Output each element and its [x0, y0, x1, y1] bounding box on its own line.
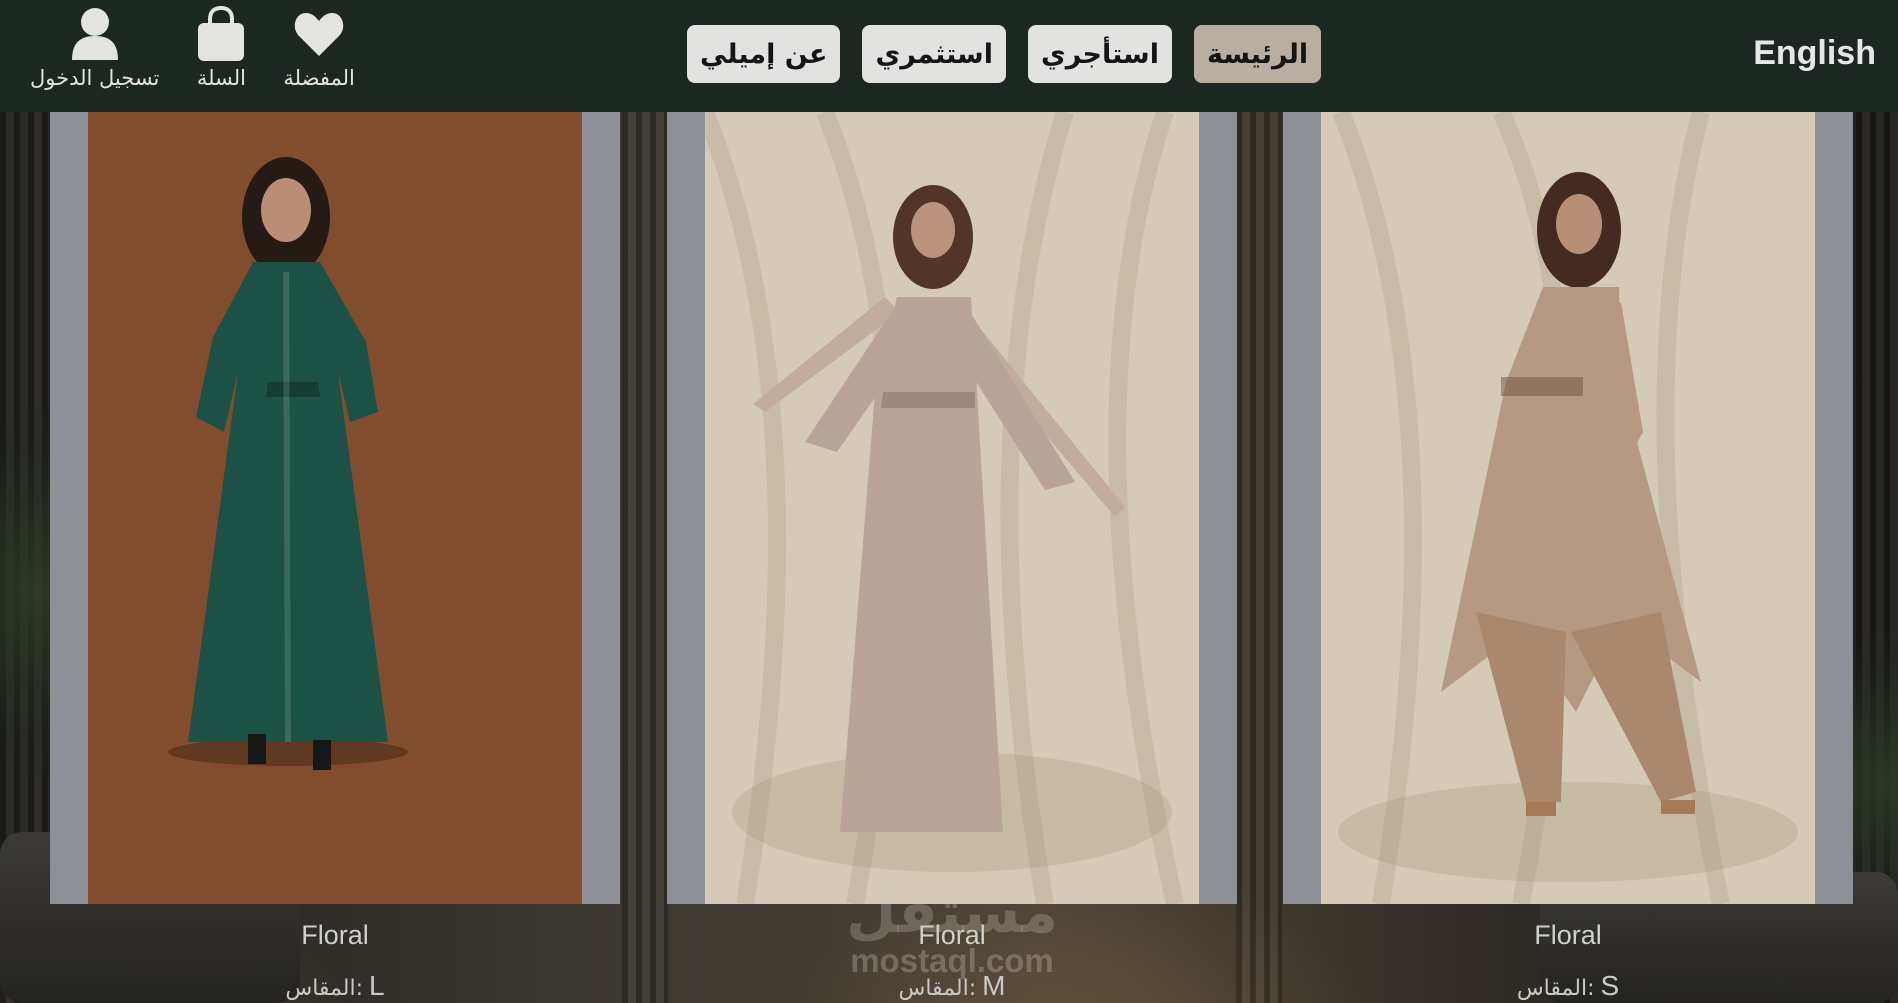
product-card[interactable]: [667, 112, 1237, 904]
product-name: Floral: [1534, 920, 1602, 950]
favorites-label: المفضلة: [283, 66, 355, 90]
size-value: L: [369, 970, 385, 1001]
language-toggle[interactable]: English: [1753, 34, 1876, 73]
nav-actions: تسجيل الدخول السلة المفضلة: [30, 6, 391, 90]
main-nav: عن إميلي استثمري استأجري الرئيسة: [687, 25, 1322, 83]
product-name: Floral: [918, 920, 986, 950]
size-label: المقاس:: [898, 976, 977, 1001]
product-size: المقاس: M: [667, 970, 1237, 1002]
product-size: المقاس: S: [1283, 970, 1853, 1002]
nav-invest-button[interactable]: استثمري: [862, 25, 1006, 83]
login-label: تسجيل الدخول: [30, 66, 160, 90]
nav-home-button[interactable]: الرئيسة: [1193, 25, 1322, 83]
shopping-bag-icon: [198, 6, 245, 61]
heart-icon: [294, 13, 344, 56]
size-value: S: [1600, 970, 1620, 1001]
user-icon: [71, 8, 118, 60]
product-card[interactable]: [50, 112, 620, 904]
product-image[interactable]: [88, 112, 582, 904]
cart-label: السلة: [196, 66, 246, 90]
favorites-link[interactable]: المفضلة: [283, 6, 355, 90]
product-name: Floral: [301, 920, 369, 950]
product-image[interactable]: [1321, 112, 1815, 904]
cart-link[interactable]: السلة: [195, 6, 247, 90]
product-image[interactable]: [705, 112, 1199, 904]
login-link[interactable]: تسجيل الدخول: [30, 6, 159, 90]
dress-photo: [705, 112, 1199, 904]
dress-photo: [88, 112, 582, 904]
product-size: المقاس: L: [50, 970, 620, 1002]
size-value: M: [982, 970, 1006, 1001]
nav-rent-button[interactable]: استأجري: [1027, 25, 1172, 83]
top-navbar: تسجيل الدخول السلة المفضلة عن إميلي استث…: [0, 0, 1898, 112]
size-label: المقاس:: [1516, 976, 1595, 1001]
product-card[interactable]: [1283, 112, 1853, 904]
dress-photo: [1321, 112, 1815, 904]
size-label: المقاس:: [285, 976, 364, 1001]
nav-about-emily-button[interactable]: عن إميلي: [687, 25, 841, 83]
